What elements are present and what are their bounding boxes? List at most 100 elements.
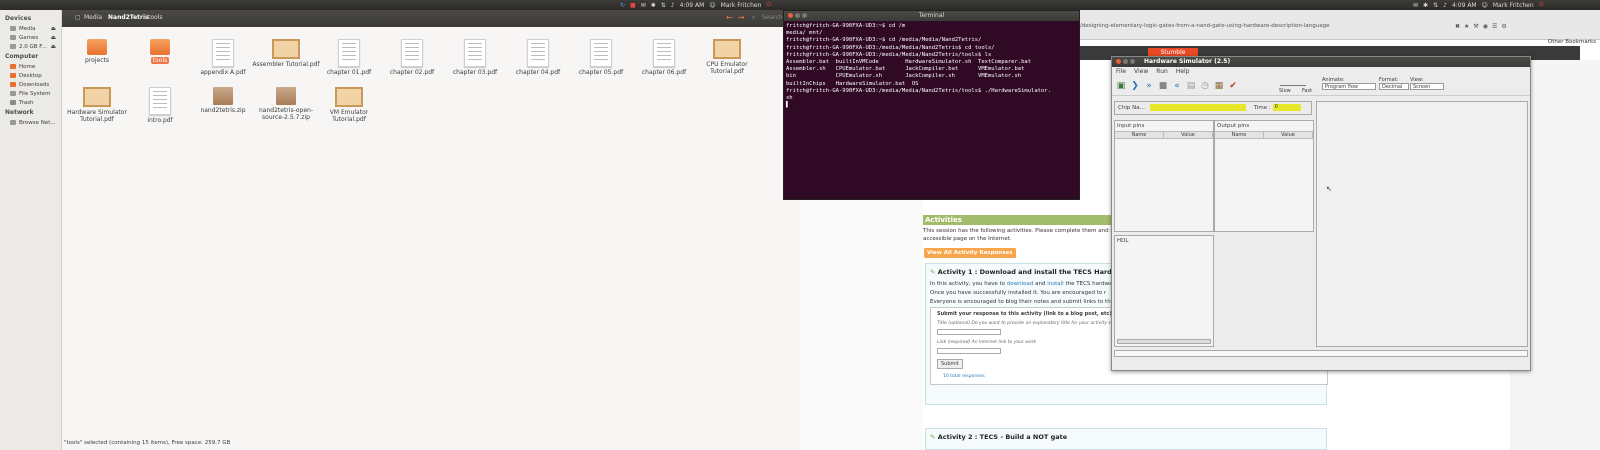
view-all-responses-button[interactable]: View All Activity Responses xyxy=(924,248,1016,258)
responses-link[interactable]: 10 total responses xyxy=(931,372,1327,381)
bluetooth-icon[interactable]: ✱ xyxy=(1423,2,1428,9)
home-folder-icon xyxy=(10,64,16,69)
format-select[interactable]: Decimal xyxy=(1379,83,1409,90)
maximize-icon[interactable] xyxy=(1130,59,1135,64)
speed-slider[interactable] xyxy=(1280,78,1306,86)
sidebar-item-home[interactable]: Home xyxy=(0,62,61,71)
sync-icon[interactable]: ↻ xyxy=(620,2,625,9)
eject-icon[interactable]: ⏏ xyxy=(51,44,56,50)
script-icon[interactable]: ▦ xyxy=(1214,81,1224,91)
run-icon[interactable]: » xyxy=(1144,81,1154,91)
volume-icon[interactable]: ♪ xyxy=(671,2,675,9)
sidebar-item-downloads[interactable]: Downloads xyxy=(0,80,61,89)
pdf-icon xyxy=(401,39,423,67)
search-icon[interactable]: ⌕ xyxy=(752,14,755,22)
other-bookmarks[interactable]: Other Bookmarks xyxy=(1548,39,1596,45)
breadcrumb-nand2tetris[interactable]: Nand2Tetris xyxy=(108,14,149,21)
link-input[interactable] xyxy=(937,348,1001,354)
back-forward-icon[interactable]: ←→ xyxy=(726,13,749,22)
file-item[interactable]: CPU Emulator Tutorial.pdf xyxy=(692,39,762,75)
sidebar-item-filesystem[interactable]: File System xyxy=(0,89,61,98)
sidebar-item-desktop[interactable]: Desktop xyxy=(0,71,61,80)
sidebar-item-browse-network[interactable]: Browse Net... xyxy=(0,118,61,127)
bluetooth-icon[interactable]: ✱ xyxy=(651,2,656,9)
terminal-line: ▌ xyxy=(786,102,790,109)
menu-run[interactable]: Run xyxy=(1156,67,1168,76)
clock-icon[interactable]: ◷ xyxy=(1200,81,1210,91)
file-item[interactable]: chapter 06.pdf xyxy=(629,39,699,76)
hdl-scrollbar[interactable] xyxy=(1117,339,1211,344)
file-item[interactable]: chapter 03.pdf xyxy=(440,39,510,76)
network-icon[interactable]: ⇅ xyxy=(1433,2,1438,9)
menu-view[interactable]: View xyxy=(1134,67,1148,76)
terminal-output[interactable]: fritch@fritch-GA-990FXA-UD3:~$ cd /m medi… xyxy=(784,21,1079,111)
file-item[interactable]: intro.pdf xyxy=(125,87,195,124)
breadcrumb-media[interactable]: Media xyxy=(84,14,102,21)
stop-icon[interactable]: ■ xyxy=(1158,81,1168,91)
single-step-icon[interactable]: ❯ xyxy=(1130,81,1140,91)
minimize-icon[interactable] xyxy=(1123,59,1128,64)
menu-file[interactable]: File xyxy=(1116,67,1126,76)
folder-item[interactable]: projects xyxy=(62,39,132,64)
sidebar-item-media[interactable]: Media ⏏ xyxy=(0,24,61,33)
install-link[interactable]: install xyxy=(1047,281,1063,287)
maximize-icon[interactable] xyxy=(802,13,807,18)
animate-select[interactable]: Program flow xyxy=(1322,83,1376,90)
volume-icon[interactable]: ♪ xyxy=(1443,2,1447,9)
file-item[interactable]: Assembler Tutorial.pdf xyxy=(251,39,321,68)
eject-icon[interactable]: ⏏ xyxy=(51,26,56,32)
clock-label[interactable]: 4:09 AM xyxy=(1452,2,1477,9)
sidebar-item-games[interactable]: Games ⏏ xyxy=(0,33,61,42)
url-bar[interactable]: /designing-elementary-logic-gates-from-a… xyxy=(1080,23,1329,29)
mail-icon[interactable]: ✉ xyxy=(1413,2,1418,9)
pdf-icon xyxy=(653,39,675,67)
user-name[interactable]: Mark Fritchen xyxy=(1493,2,1534,9)
app-indicator-icon[interactable]: ■ xyxy=(630,2,636,9)
input-pins-header: Name Value xyxy=(1115,131,1213,139)
pdf-icon xyxy=(149,87,171,115)
eval-icon[interactable]: ▤ xyxy=(1186,81,1196,91)
eject-icon[interactable]: ⏏ xyxy=(51,35,56,41)
title-input[interactable] xyxy=(937,329,1001,335)
mail-icon[interactable]: ✉ xyxy=(641,2,646,9)
user-name[interactable]: Mark Fritchen xyxy=(721,2,762,9)
search-input[interactable]: Search xyxy=(762,14,783,21)
file-item[interactable]: VM Emulator Tutorial.pdf xyxy=(314,87,384,123)
close-icon[interactable] xyxy=(788,13,793,18)
file-item[interactable]: chapter 01.pdf xyxy=(314,39,384,76)
hw-titlebar[interactable]: Hardware Simulator (2.5) xyxy=(1112,57,1530,67)
breakpoint-icon[interactable]: ✔ xyxy=(1228,81,1238,91)
activity-2-title: ✎ Activity 2 : TECS - Build a NOT gate xyxy=(930,433,1068,441)
file-item[interactable]: Hardware Simulator Tutorial.pdf xyxy=(62,87,132,123)
close-icon[interactable] xyxy=(1116,59,1121,64)
minimize-icon[interactable] xyxy=(795,13,800,18)
network-icon[interactable]: ⇅ xyxy=(661,2,666,9)
browser-toolbar-icons[interactable]: ✖★⚒◉☰⚙ xyxy=(1455,23,1511,30)
folder-item[interactable]: tools xyxy=(125,39,195,64)
mouse-cursor-icon: ↖ xyxy=(1326,185,1332,193)
sidebar-item-trash[interactable]: Trash xyxy=(0,98,61,107)
terminal-window[interactable]: Terminal fritch@fritch-GA-990FXA-UD3:~$ … xyxy=(783,10,1080,200)
menu-help[interactable]: Help xyxy=(1176,67,1190,76)
power-icon[interactable]: ⏻ xyxy=(766,1,771,9)
terminal-titlebar[interactable]: Terminal xyxy=(784,11,1079,21)
file-name: chapter 03.pdf xyxy=(452,69,498,76)
file-item[interactable]: chapter 04.pdf xyxy=(503,39,573,76)
terminal-line: media/ mnt/ xyxy=(786,30,823,37)
view-select[interactable]: Screen xyxy=(1410,83,1444,90)
toggle-location-icon[interactable]: ▢ xyxy=(75,14,81,21)
file-item[interactable]: nand2tetris.zip xyxy=(188,87,258,114)
file-item[interactable]: chapter 05.pdf xyxy=(566,39,636,76)
clock-label[interactable]: 4:09 AM xyxy=(680,2,705,9)
terminal-line: sh xyxy=(786,95,793,102)
power-icon[interactable]: ⏻ xyxy=(1539,1,1544,9)
submit-button[interactable]: Submit xyxy=(937,359,963,369)
file-item[interactable]: appendix A.pdf xyxy=(188,39,258,76)
file-item[interactable]: nand2tetris-open-source-2.5.7.zip xyxy=(251,87,321,121)
sidebar-item-usb[interactable]: 2.0 GB F... ⏏ xyxy=(0,42,61,51)
reset-icon[interactable]: « xyxy=(1172,81,1182,91)
load-chip-icon[interactable]: ▣ xyxy=(1116,81,1126,91)
file-item[interactable]: chapter 02.pdf xyxy=(377,39,447,76)
download-link[interactable]: download xyxy=(1007,281,1034,287)
breadcrumb-tools[interactable]: tools xyxy=(148,14,163,21)
